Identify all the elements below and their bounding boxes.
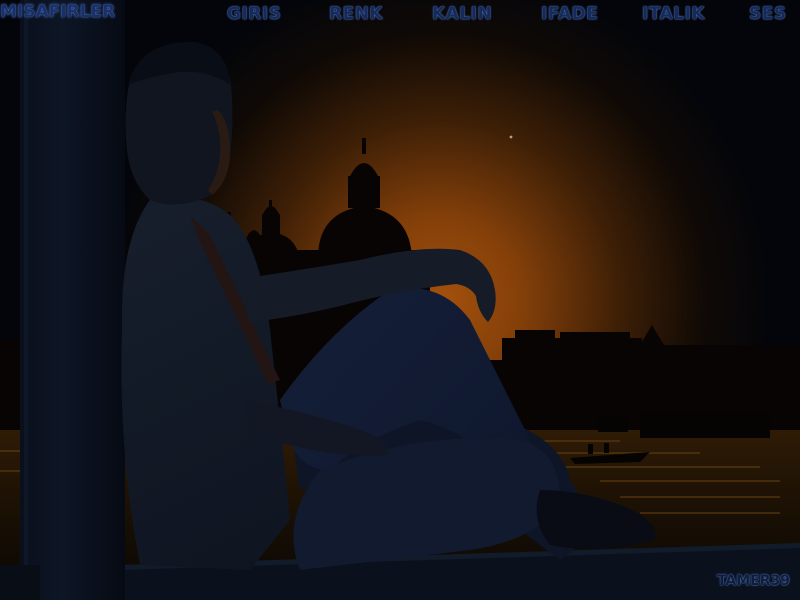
signature-watermark: TAMER39: [716, 573, 790, 589]
menu-item-italik[interactable]: ITALIK: [642, 3, 705, 25]
background-scene: [0, 0, 800, 600]
menu-item-kalin[interactable]: KALIN: [432, 3, 492, 25]
menu-item-giris[interactable]: GIRIS: [227, 3, 281, 25]
vignette: [0, 0, 800, 600]
menu-item-renk[interactable]: RENK: [329, 3, 383, 25]
menu-item-ses[interactable]: SES: [749, 3, 787, 25]
top-menu: GIRIS RENK KALIN IFADE ITALIK SES: [0, 0, 800, 30]
page: MISAFIRLER GIRIS RENK KALIN IFADE ITALIK…: [0, 0, 800, 600]
menu-item-ifade[interactable]: IFADE: [541, 3, 598, 25]
